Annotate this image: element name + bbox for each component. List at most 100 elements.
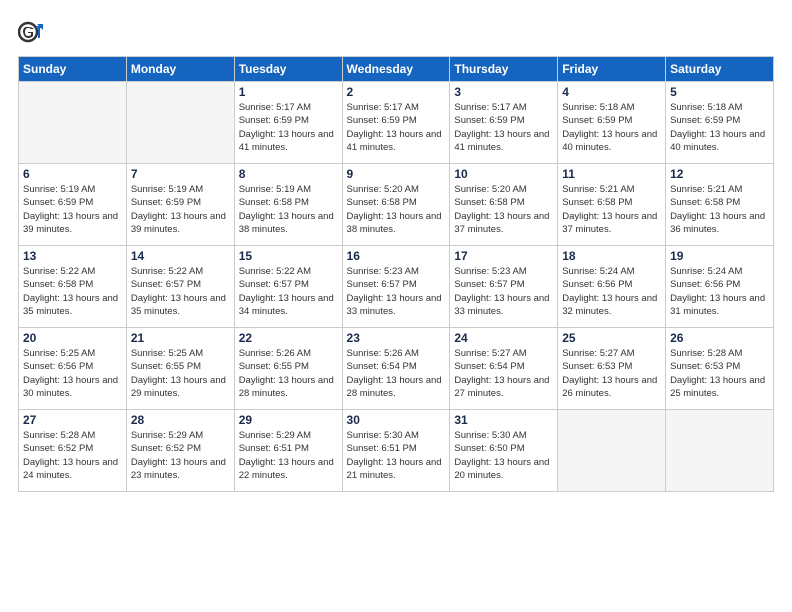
weekday-header-wednesday: Wednesday (342, 57, 450, 82)
page: SundayMondayTuesdayWednesdayThursdayFrid… (0, 0, 792, 612)
calendar-cell: 23 Sunrise: 5:26 AM Sunset: 6:54 PM Dayli… (342, 328, 450, 410)
calendar-cell (126, 82, 234, 164)
weekday-header-row: SundayMondayTuesdayWednesdayThursdayFrid… (19, 57, 774, 82)
calendar-cell: 27 Sunrise: 5:28 AM Sunset: 6:52 PM Dayli… (19, 410, 127, 492)
weekday-header-friday: Friday (558, 57, 666, 82)
day-number: 30 (347, 413, 446, 427)
calendar-cell: 13 Sunrise: 5:22 AM Sunset: 6:58 PM Dayli… (19, 246, 127, 328)
day-number: 12 (670, 167, 769, 181)
weekday-header-thursday: Thursday (450, 57, 558, 82)
day-number: 1 (239, 85, 338, 99)
calendar-cell: 15 Sunrise: 5:22 AM Sunset: 6:57 PM Dayli… (234, 246, 342, 328)
calendar-cell: 4 Sunrise: 5:18 AM Sunset: 6:59 PM Daylig… (558, 82, 666, 164)
calendar-cell: 19Sunrise: 5:24 AM Sunset: 6:56 PM Dayli… (666, 246, 774, 328)
day-number: 11 (562, 167, 661, 181)
day-number: 3 (454, 85, 553, 99)
calendar-table: SundayMondayTuesdayWednesdayThursdayFrid… (18, 56, 774, 492)
calendar-cell: 14 Sunrise: 5:22 AM Sunset: 6:57 PM Dayli… (126, 246, 234, 328)
calendar-cell: 30 Sunrise: 5:30 AM Sunset: 6:51 PM Dayli… (342, 410, 450, 492)
day-number: 5 (670, 85, 769, 99)
calendar-cell: 28 Sunrise: 5:29 AM Sunset: 6:52 PM Dayli… (126, 410, 234, 492)
header (18, 18, 774, 46)
day-info: Sunrise: 5:23 AM Sunset: 6:57 PM Dayligh… (347, 265, 446, 318)
day-info: Sunrise: 5:27 AM Sunset: 6:53 PM Dayligh… (562, 347, 661, 400)
day-number: 26 (670, 331, 769, 345)
calendar-week-row: 6 Sunrise: 5:19 AM Sunset: 6:59 PM Daylig… (19, 164, 774, 246)
day-info: Sunrise: 5:18 AM Sunset: 6:59 PM Dayligh… (562, 101, 661, 154)
day-number: 17 (454, 249, 553, 263)
day-info: Sunrise: 5:28 AM Sunset: 6:52 PM Dayligh… (23, 429, 122, 482)
calendar-cell: 6 Sunrise: 5:19 AM Sunset: 6:59 PM Daylig… (19, 164, 127, 246)
calendar-week-row: 20 Sunrise: 5:25 AM Sunset: 6:56 PM Dayli… (19, 328, 774, 410)
day-number: 31 (454, 413, 553, 427)
calendar-cell: 2 Sunrise: 5:17 AM Sunset: 6:59 PM Daylig… (342, 82, 450, 164)
calendar-week-row: 13 Sunrise: 5:22 AM Sunset: 6:58 PM Dayli… (19, 246, 774, 328)
calendar-cell: 20 Sunrise: 5:25 AM Sunset: 6:56 PM Dayli… (19, 328, 127, 410)
day-number: 10 (454, 167, 553, 181)
calendar-cell: 1 Sunrise: 5:17 AM Sunset: 6:59 PM Daylig… (234, 82, 342, 164)
day-info: Sunrise: 5:17 AM Sunset: 6:59 PM Dayligh… (239, 101, 338, 154)
calendar-cell: 3Sunrise: 5:17 AM Sunset: 6:59 PM Daylig… (450, 82, 558, 164)
day-number: 16 (347, 249, 446, 263)
day-number: 24 (454, 331, 553, 345)
calendar-cell: 10Sunrise: 5:20 AM Sunset: 6:58 PM Dayli… (450, 164, 558, 246)
day-info: Sunrise: 5:24 AM Sunset: 6:56 PM Dayligh… (562, 265, 661, 318)
day-info: Sunrise: 5:25 AM Sunset: 6:56 PM Dayligh… (23, 347, 122, 400)
weekday-header-saturday: Saturday (666, 57, 774, 82)
day-info: Sunrise: 5:30 AM Sunset: 6:50 PM Dayligh… (454, 429, 553, 482)
day-number: 6 (23, 167, 122, 181)
day-info: Sunrise: 5:23 AM Sunset: 6:57 PM Dayligh… (454, 265, 553, 318)
day-info: Sunrise: 5:30 AM Sunset: 6:51 PM Dayligh… (347, 429, 446, 482)
day-info: Sunrise: 5:21 AM Sunset: 6:58 PM Dayligh… (562, 183, 661, 236)
logo (18, 18, 50, 46)
day-info: Sunrise: 5:27 AM Sunset: 6:54 PM Dayligh… (454, 347, 553, 400)
day-number: 20 (23, 331, 122, 345)
calendar-cell: 17 Sunrise: 5:23 AM Sunset: 6:57 PM Dayli… (450, 246, 558, 328)
day-info: Sunrise: 5:19 AM Sunset: 6:58 PM Dayligh… (239, 183, 338, 236)
calendar-cell: 9 Sunrise: 5:20 AM Sunset: 6:58 PM Daylig… (342, 164, 450, 246)
weekday-header-tuesday: Tuesday (234, 57, 342, 82)
day-number: 25 (562, 331, 661, 345)
day-info: Sunrise: 5:19 AM Sunset: 6:59 PM Dayligh… (23, 183, 122, 236)
day-number: 22 (239, 331, 338, 345)
day-info: Sunrise: 5:17 AM Sunset: 6:59 PM Dayligh… (347, 101, 446, 154)
day-info: Sunrise: 5:26 AM Sunset: 6:54 PM Dayligh… (347, 347, 446, 400)
day-info: Sunrise: 5:22 AM Sunset: 6:58 PM Dayligh… (23, 265, 122, 318)
calendar-cell (558, 410, 666, 492)
calendar-cell (666, 410, 774, 492)
day-number: 18 (562, 249, 661, 263)
day-number: 13 (23, 249, 122, 263)
calendar-cell: 5Sunrise: 5:18 AM Sunset: 6:59 PM Daylig… (666, 82, 774, 164)
calendar-cell: 7Sunrise: 5:19 AM Sunset: 6:59 PM Daylig… (126, 164, 234, 246)
day-number: 29 (239, 413, 338, 427)
day-number: 27 (23, 413, 122, 427)
day-number: 2 (347, 85, 446, 99)
calendar-week-row: 27 Sunrise: 5:28 AM Sunset: 6:52 PM Dayli… (19, 410, 774, 492)
day-info: Sunrise: 5:25 AM Sunset: 6:55 PM Dayligh… (131, 347, 230, 400)
day-info: Sunrise: 5:21 AM Sunset: 6:58 PM Dayligh… (670, 183, 769, 236)
day-info: Sunrise: 5:22 AM Sunset: 6:57 PM Dayligh… (131, 265, 230, 318)
calendar-cell: 31 Sunrise: 5:30 AM Sunset: 6:50 PM Dayli… (450, 410, 558, 492)
day-info: Sunrise: 5:29 AM Sunset: 6:51 PM Dayligh… (239, 429, 338, 482)
day-number: 23 (347, 331, 446, 345)
calendar-cell: 25 Sunrise: 5:27 AM Sunset: 6:53 PM Dayli… (558, 328, 666, 410)
day-info: Sunrise: 5:22 AM Sunset: 6:57 PM Dayligh… (239, 265, 338, 318)
day-info: Sunrise: 5:19 AM Sunset: 6:59 PM Dayligh… (131, 183, 230, 236)
day-number: 14 (131, 249, 230, 263)
weekday-header-sunday: Sunday (19, 57, 127, 82)
day-info: Sunrise: 5:28 AM Sunset: 6:53 PM Dayligh… (670, 347, 769, 400)
day-number: 9 (347, 167, 446, 181)
day-number: 28 (131, 413, 230, 427)
day-number: 15 (239, 249, 338, 263)
day-number: 21 (131, 331, 230, 345)
calendar-cell: 22 Sunrise: 5:26 AM Sunset: 6:55 PM Dayli… (234, 328, 342, 410)
day-number: 4 (562, 85, 661, 99)
day-info: Sunrise: 5:20 AM Sunset: 6:58 PM Dayligh… (347, 183, 446, 236)
calendar-cell: 21 Sunrise: 5:25 AM Sunset: 6:55 PM Dayli… (126, 328, 234, 410)
calendar-cell: 29 Sunrise: 5:29 AM Sunset: 6:51 PM Dayli… (234, 410, 342, 492)
calendar-cell: 11 Sunrise: 5:21 AM Sunset: 6:58 PM Dayli… (558, 164, 666, 246)
day-info: Sunrise: 5:29 AM Sunset: 6:52 PM Dayligh… (131, 429, 230, 482)
day-info: Sunrise: 5:26 AM Sunset: 6:55 PM Dayligh… (239, 347, 338, 400)
calendar-cell: 26 Sunrise: 5:28 AM Sunset: 6:53 PM Dayli… (666, 328, 774, 410)
calendar-cell (19, 82, 127, 164)
